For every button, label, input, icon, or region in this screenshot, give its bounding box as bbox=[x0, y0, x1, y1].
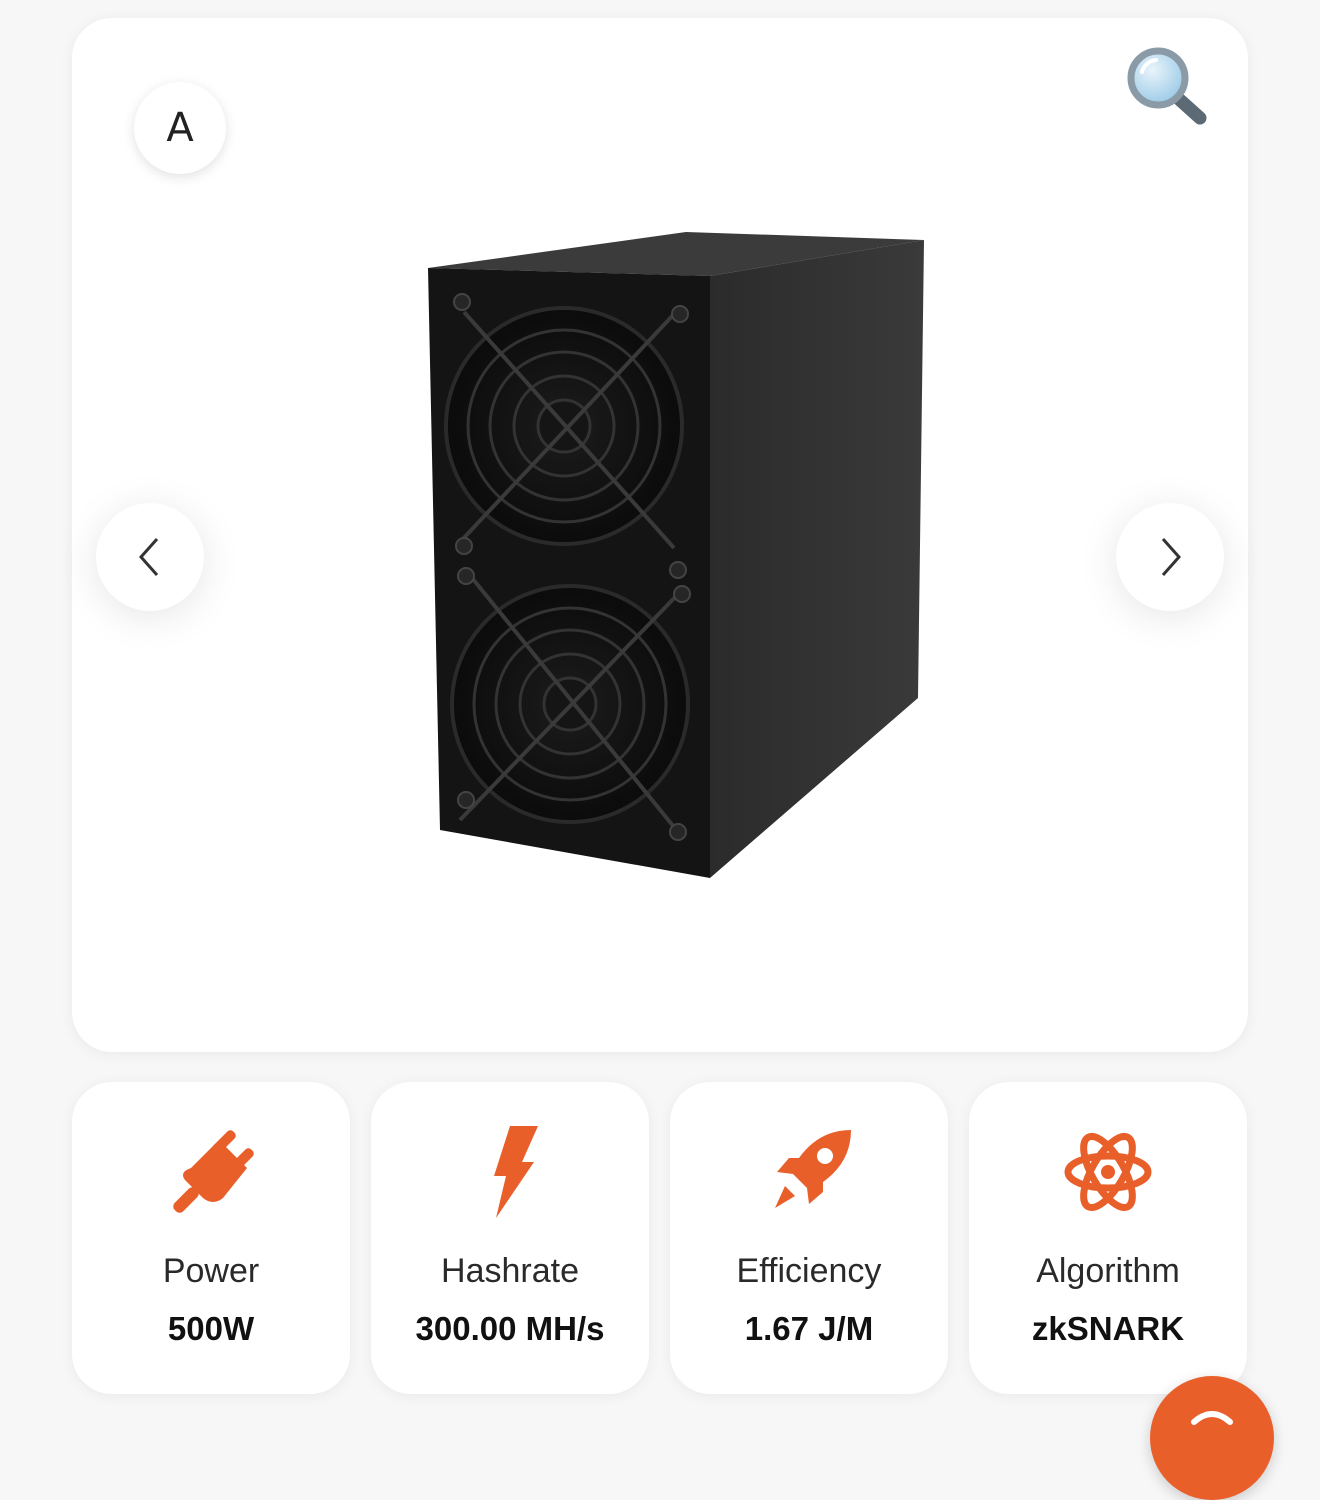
chevron-right-icon bbox=[1161, 538, 1182, 576]
chevron-left-icon bbox=[138, 538, 159, 576]
chat-icon bbox=[1191, 1411, 1233, 1425]
magnifier-icon[interactable] bbox=[1124, 46, 1208, 128]
spec-label-hashrate: Hashrate bbox=[441, 1252, 579, 1290]
lightning-bolt-icon bbox=[371, 1122, 649, 1222]
plug-icon bbox=[72, 1122, 350, 1222]
rocket-icon bbox=[670, 1122, 948, 1222]
brand-badge: A bbox=[134, 82, 226, 174]
previous-image-button[interactable] bbox=[96, 503, 204, 611]
product-image bbox=[420, 230, 932, 882]
spec-card-hashrate: Hashrate 300.00 MH/s bbox=[371, 1082, 649, 1394]
spec-card-algorithm: Algorithm zkSNARK bbox=[969, 1082, 1247, 1394]
fan-top bbox=[444, 306, 684, 550]
spec-label-efficiency: Efficiency bbox=[736, 1252, 882, 1290]
next-image-button[interactable] bbox=[1116, 503, 1224, 611]
brand-badge-letter: A bbox=[166, 105, 194, 151]
spec-value-hashrate: 300.00 MH/s bbox=[415, 1310, 605, 1347]
spec-label-power: Power bbox=[162, 1252, 260, 1290]
atom-icon bbox=[969, 1122, 1247, 1222]
spec-card-power: Power 500W bbox=[72, 1082, 350, 1394]
spec-value-algorithm: zkSNARK bbox=[1031, 1310, 1185, 1347]
spec-label-algorithm: Algorithm bbox=[1036, 1252, 1180, 1290]
spec-value-power: 500W bbox=[167, 1310, 255, 1347]
spec-value-efficiency: 1.67 J/M bbox=[744, 1310, 874, 1347]
chat-fab-button[interactable] bbox=[1150, 1376, 1274, 1500]
spec-card-efficiency: Efficiency 1.67 J/M bbox=[670, 1082, 948, 1394]
